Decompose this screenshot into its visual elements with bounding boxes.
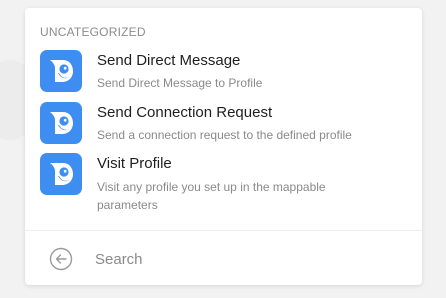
app-bird-logo-icon (40, 153, 82, 195)
module-title: Visit Profile (97, 155, 172, 172)
module-title: Send Direct Message (97, 52, 241, 69)
section-header: UNCATEGORIZED (40, 25, 146, 39)
divider (25, 230, 422, 231)
search-input[interactable] (95, 248, 395, 270)
module-picker-panel: UNCATEGORIZED Send Direct Message Send D… (25, 8, 422, 285)
module-description: Send Direct Message to Profile (97, 76, 263, 90)
module-item-send-direct-message[interactable]: Send Direct Message Send Direct Message … (25, 48, 422, 98)
back-arrow-circle-icon (49, 247, 73, 271)
back-button[interactable] (49, 247, 73, 271)
app-bird-logo-icon (40, 102, 82, 144)
module-item-send-connection-request[interactable]: Send Connection Request Send a connectio… (25, 100, 422, 150)
module-title: Send Connection Request (97, 104, 273, 121)
module-item-visit-profile[interactable]: Visit Profile Visit any profile you set … (25, 151, 422, 221)
module-description: Visit any profile you set up in the mapp… (97, 180, 326, 212)
module-description: Send a connection request to the defined… (97, 128, 352, 142)
app-bird-logo-icon (40, 50, 82, 92)
